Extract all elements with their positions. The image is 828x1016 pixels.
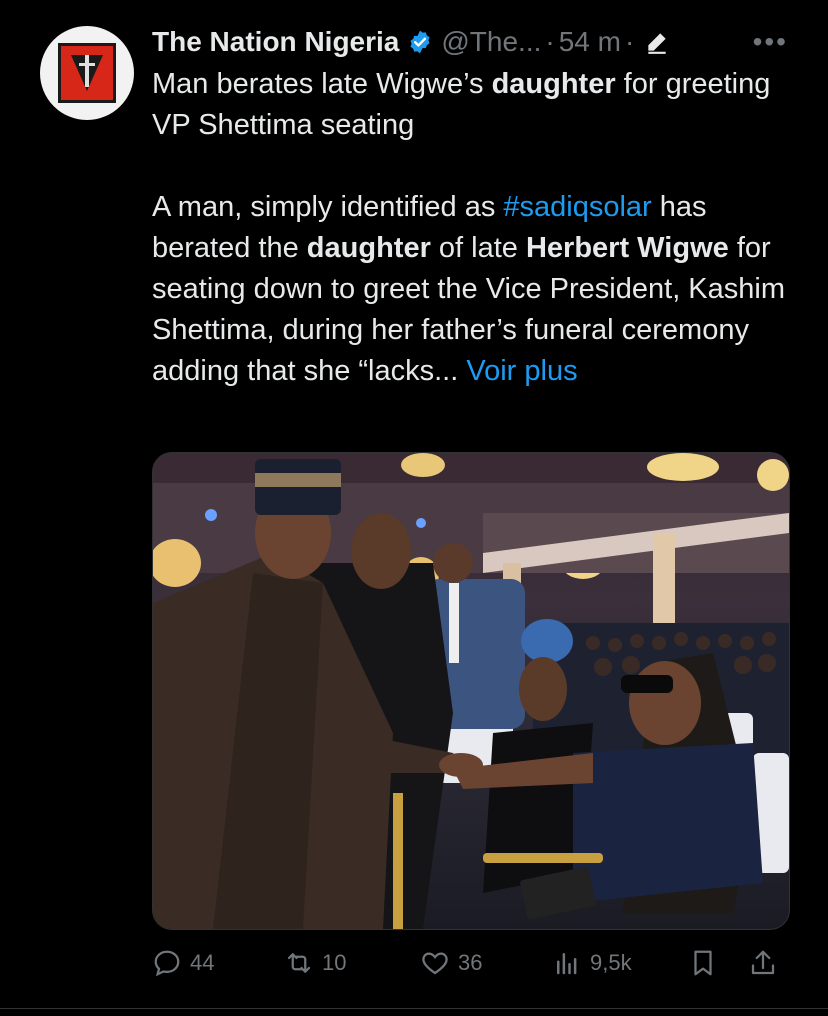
like-count: 36 (458, 950, 483, 975)
reply-button[interactable]: 44 (152, 948, 214, 978)
tweet[interactable]: The Nation Nigeria @The... · 54 m · ••• … (0, 0, 828, 1016)
more-options-button[interactable]: ••• (753, 26, 788, 58)
tweet-text: Man berates late Wigwe’s daughter for gr… (152, 64, 792, 392)
repost-button[interactable]: 10 (284, 948, 346, 978)
the-nation-logo-icon (58, 43, 116, 103)
views-chart-icon (557, 953, 577, 975)
body-text-3: of late (430, 232, 526, 264)
author-name[interactable]: The Nation Nigeria (152, 26, 399, 58)
separator-dot: · (545, 26, 555, 57)
author-handle[interactable]: @The... (441, 26, 541, 58)
tweet-photo[interactable] (152, 452, 790, 930)
tweet-divider (0, 1008, 828, 1009)
verified-badge-icon (410, 30, 430, 54)
pen-icon[interactable] (644, 29, 670, 55)
share-icon (751, 950, 775, 975)
hashtag-link[interactable]: #sadiqsolar (503, 191, 651, 223)
body-text-1: A man, simply identified as (152, 191, 504, 223)
views-count: 9,5k (590, 950, 632, 975)
timestamp[interactable]: 54 m (559, 26, 621, 58)
headline: Man berates late Wigwe’s daughter for gr… (152, 64, 792, 146)
separator-dot-2: · (624, 26, 635, 57)
share-button[interactable] (748, 948, 786, 978)
body-bold-1: daughter (306, 232, 431, 264)
headline-bold: daughter (491, 68, 616, 100)
like-button[interactable]: 36 (420, 948, 482, 978)
tweet-header: The Nation Nigeria @The... · 54 m · (152, 22, 788, 62)
body-bold-2: Herbert Wigwe (525, 232, 729, 264)
reply-icon (154, 950, 180, 977)
repost-count: 10 (322, 950, 347, 975)
bookmark-icon (694, 950, 712, 976)
see-more-link[interactable]: Voir plus (466, 355, 577, 387)
funeral-photo-illustration (153, 453, 789, 929)
heart-icon (422, 952, 448, 975)
reply-count: 44 (190, 950, 215, 975)
tweet-actions: 44 10 36 9,5k (152, 940, 788, 988)
bookmark-button[interactable] (688, 948, 726, 978)
avatar[interactable] (40, 26, 134, 120)
repost-icon (287, 953, 311, 973)
body-paragraph: A man, simply identified as #sadiqsolar … (152, 187, 792, 392)
headline-text-1: Man berates late Wigwe’s (152, 68, 492, 100)
views-button[interactable]: 9,5k (552, 948, 632, 978)
